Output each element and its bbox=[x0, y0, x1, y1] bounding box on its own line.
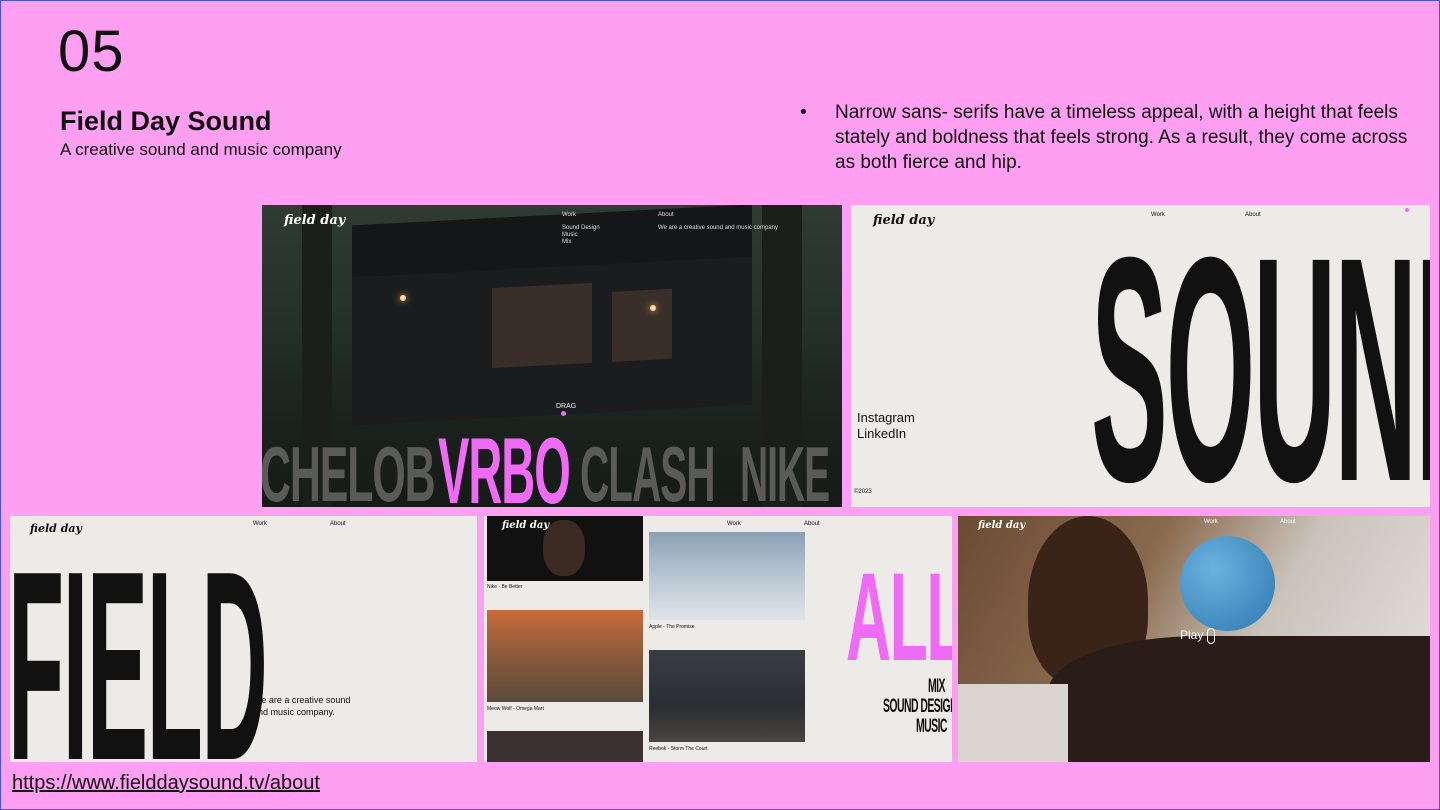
instagram-link[interactable]: Instagram bbox=[857, 410, 915, 425]
thumb-apple[interactable] bbox=[649, 532, 805, 620]
menu-item-sound-design[interactable]: Sound Design bbox=[562, 225, 600, 232]
drag-label: DRAG bbox=[556, 403, 577, 410]
screenshot-sound: field day Work About SOUND Instagram Lin… bbox=[851, 205, 1430, 507]
copyright-text: ©2023 bbox=[854, 489, 872, 495]
nav-work-link[interactable]: Work bbox=[727, 521, 741, 527]
house-image bbox=[352, 205, 752, 426]
fieldday-logo[interactable]: field day bbox=[873, 213, 934, 228]
play-icon bbox=[1206, 628, 1215, 644]
drag-cursor-dot[interactable] bbox=[561, 411, 566, 416]
blue-ball bbox=[1180, 536, 1275, 631]
slide-subtitle: A creative sound and music company bbox=[60, 140, 342, 159]
intro-line-2: and music company. bbox=[253, 707, 335, 717]
category-sound-design[interactable]: SOUND DESIGN bbox=[883, 696, 952, 718]
screenshot-work-grid: field day Nike - Be Better Meow Wolf - O… bbox=[484, 516, 952, 762]
category-music[interactable]: MUSIC bbox=[916, 716, 947, 738]
thumb-reebok[interactable] bbox=[649, 650, 805, 742]
source-url-link[interactable]: https://www.fielddaysound.tv/about bbox=[12, 772, 320, 795]
slide-title: Field Day Sound bbox=[60, 106, 272, 136]
nav-about-link[interactable]: About bbox=[330, 521, 346, 527]
brand-chelob[interactable]: CHELOB bbox=[262, 429, 436, 507]
fieldday-logo[interactable]: field day bbox=[502, 520, 549, 531]
nav-work-link[interactable]: Work bbox=[562, 212, 576, 218]
house-roof bbox=[352, 205, 752, 278]
nav-about-link[interactable]: About bbox=[1280, 519, 1296, 525]
brand-vrbo[interactable]: VRBO bbox=[438, 417, 571, 507]
fieldday-logo[interactable]: field day bbox=[284, 213, 345, 228]
note-text: Narrow sans- serifs have a timeless appe… bbox=[835, 102, 1408, 173]
intro-line-1: We are a creative sound bbox=[253, 695, 351, 705]
tagline-text: We are a creative sound and music compan… bbox=[658, 225, 778, 231]
brand-nike[interactable]: NIKE bbox=[740, 429, 830, 507]
caption-meow-wolf: Meow Wolf - Omega Mart bbox=[487, 706, 544, 712]
portrait-figure bbox=[543, 520, 585, 576]
screenshot-video-play: field day Work About Play bbox=[958, 516, 1430, 762]
lamp-light bbox=[650, 305, 656, 311]
nav-about-link[interactable]: About bbox=[804, 521, 820, 527]
caption-apple: Apple - The Promise bbox=[649, 624, 695, 630]
man-body bbox=[1048, 636, 1430, 762]
menu-item-mix[interactable]: Mix bbox=[562, 239, 600, 246]
nav-about-link[interactable]: About bbox=[658, 212, 674, 218]
slide-number: 05 bbox=[58, 19, 125, 84]
intro-text: We are a creative sound and music compan… bbox=[253, 694, 350, 718]
bullet-icon: • bbox=[800, 102, 807, 123]
play-label: Play bbox=[1180, 628, 1204, 643]
nav-work-link[interactable]: Work bbox=[1204, 519, 1218, 525]
play-button[interactable]: Play bbox=[1180, 628, 1215, 644]
linkedin-link[interactable]: LinkedIn bbox=[857, 426, 906, 441]
thumb-meow-wolf[interactable] bbox=[487, 610, 643, 702]
big-headline-all[interactable]: ALL bbox=[846, 546, 952, 689]
nav-menu: Sound Design Music Mix bbox=[562, 225, 600, 246]
brand-clash[interactable]: CLASH bbox=[580, 429, 716, 507]
house-window bbox=[492, 282, 592, 369]
caption-reebok: Reebok - Storm The Court bbox=[649, 746, 708, 752]
fieldday-logo[interactable]: field day bbox=[978, 520, 1025, 531]
lamp-light bbox=[400, 295, 406, 301]
screenshot-field: field day Work About FIELD We are a crea… bbox=[10, 516, 477, 762]
house-window bbox=[612, 288, 672, 362]
big-headline-sound: SOUND bbox=[1091, 205, 1430, 507]
bed-pillow bbox=[958, 684, 1068, 762]
menu-item-music[interactable]: Music bbox=[562, 232, 600, 239]
category-mix[interactable]: MIX bbox=[928, 676, 945, 698]
big-headline-field: FIELD bbox=[10, 516, 268, 762]
caption-nike: Nike - Be Better bbox=[487, 584, 523, 590]
thumb-next[interactable] bbox=[487, 731, 643, 762]
screenshot-forest-house: field day Work Sound Design Music Mix Ab… bbox=[262, 205, 842, 507]
